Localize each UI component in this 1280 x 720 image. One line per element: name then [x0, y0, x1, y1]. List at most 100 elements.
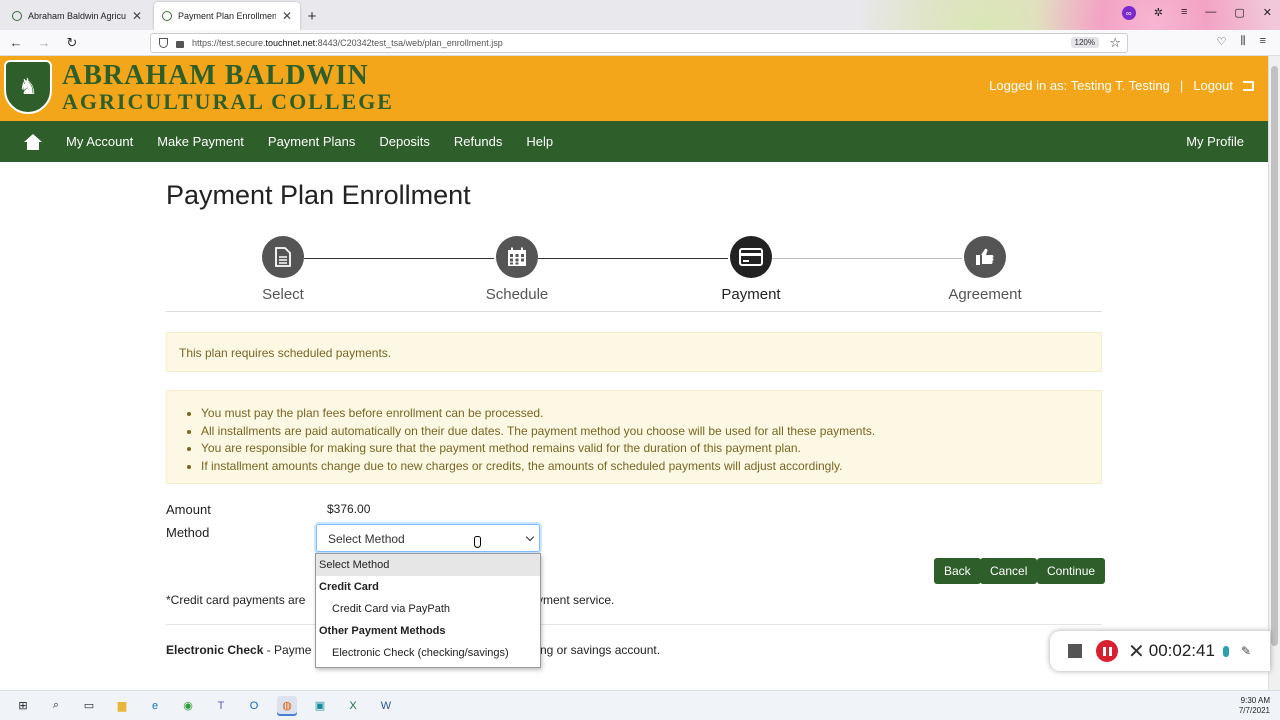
page-title: Payment Plan Enrollment — [166, 180, 471, 210]
back-arrow-icon[interactable]: ← — [4, 35, 28, 50]
scrollbar-thumb[interactable] — [1271, 66, 1278, 646]
close-icon[interactable]: ✕ — [1128, 639, 1145, 664]
page-scrollbar[interactable] — [1268, 56, 1280, 690]
maximize-icon[interactable]: ▢ — [1234, 6, 1244, 20]
zoom-level[interactable]: 120% — [1070, 37, 1099, 48]
chrome-icon[interactable]: ◉ — [178, 696, 198, 716]
url-text: https://test.secure.touchnet.net:8443/C2… — [192, 38, 503, 48]
windows-start-icon[interactable]: ⊞ — [13, 696, 33, 716]
close-icon[interactable]: ✕ — [282, 9, 292, 23]
extension-icon[interactable]: ∞ — [1121, 6, 1136, 20]
shield-icon — [159, 38, 168, 48]
nav-payment-plans[interactable]: Payment Plans — [268, 134, 355, 149]
logo-line-2: Agricultural College — [62, 89, 394, 114]
step-label: Payment — [721, 286, 781, 303]
screen-recorder-widget: ✕ 00:02:41 ✎ — [1050, 631, 1270, 671]
method-selected-value: Select Method — [328, 532, 405, 546]
overflow-menu-icon[interactable]: ≡ — [1260, 35, 1266, 48]
dropdown-group-credit-card: Credit Card — [319, 581, 379, 593]
pocket-icon[interactable]: ♡ — [1217, 35, 1227, 48]
menu-icon[interactable]: ≡ — [1181, 6, 1187, 20]
credit-card-note-end: yment service. — [537, 593, 615, 607]
lock-icon — [176, 41, 184, 48]
enrollment-stepper: Select Schedule Payment Agreement — [166, 236, 1102, 312]
calendar-icon — [496, 236, 538, 278]
excel-icon[interactable]: X — [343, 696, 363, 716]
stop-icon[interactable] — [1068, 644, 1082, 658]
step-label: Agreement — [948, 286, 1022, 303]
toolbar-icons: ♡ ⫼ ≡ — [1217, 35, 1266, 48]
cancel-button[interactable]: Cancel — [980, 558, 1038, 584]
address-bar[interactable]: https://test.secure.touchnet.net:8443/C2… — [150, 33, 1128, 53]
bookmark-star-icon[interactable]: ☆ — [1109, 35, 1121, 51]
file-explorer-icon[interactable]: ▆ — [112, 696, 132, 716]
dropdown-option-placeholder[interactable]: Select Method — [316, 554, 540, 576]
back-button[interactable]: Back — [934, 558, 981, 584]
word-icon[interactable]: W — [376, 696, 396, 716]
nav-refunds[interactable]: Refunds — [454, 134, 502, 149]
dropdown-option-echeck[interactable]: Electronic Check (checking/savings) — [316, 642, 540, 664]
library-icon[interactable]: ⫼ — [1241, 35, 1246, 48]
logo-line-1: Abraham Baldwin — [62, 60, 369, 91]
search-icon[interactable]: ⌕ — [46, 696, 66, 716]
amount-label: Amount — [166, 502, 211, 517]
edge-icon[interactable]: e — [145, 696, 165, 716]
nav-help[interactable]: Help — [526, 134, 553, 149]
task-view-icon[interactable]: ▭ — [79, 696, 99, 716]
tab-payment-plan[interactable]: Payment Plan Enrollment ✕ — [154, 2, 300, 30]
microphone-icon[interactable] — [1222, 645, 1229, 657]
method-label: Method — [166, 525, 210, 540]
firefox-icon[interactable]: ◍ — [277, 695, 297, 716]
nav-my-profile[interactable]: My Profile — [1186, 134, 1244, 149]
echeck-description-start: Electronic Check - Payme — [166, 643, 312, 657]
step-schedule: Schedule — [457, 236, 577, 303]
nav-my-account[interactable]: My Account — [66, 134, 133, 149]
method-select[interactable]: Select Method — [316, 524, 540, 552]
logout-icon[interactable] — [1243, 80, 1254, 91]
logout-link[interactable]: Logout — [1193, 78, 1233, 93]
dropdown-option-credit-card[interactable]: Credit Card via PayPath — [316, 598, 540, 620]
college-logo[interactable]: Abraham Baldwin Agricultural College — [62, 62, 394, 114]
document-icon — [262, 236, 304, 278]
nav-deposits[interactable]: Deposits — [379, 134, 430, 149]
main-nav: My Account Make Payment Payment Plans De… — [0, 121, 1268, 162]
plan-info-list: You must pay the plan fees before enroll… — [166, 390, 1102, 484]
college-seal-icon[interactable]: ♞ — [4, 60, 52, 114]
new-tab-button[interactable]: + — [300, 2, 324, 30]
logged-in-as: Logged in as: Testing T. Testing — [989, 78, 1170, 93]
credit-card-note-start: *Credit card payments are — [166, 593, 306, 607]
dropdown-group-other: Other Payment Methods — [319, 625, 446, 637]
forward-arrow-icon[interactable]: → — [32, 35, 56, 50]
step-agreement: Agreement — [925, 236, 1045, 303]
app-icon[interactable]: ▣ — [310, 696, 330, 716]
step-label: Schedule — [485, 286, 549, 303]
nav-make-payment[interactable]: Make Payment — [157, 134, 244, 149]
pointer-hand-icon — [474, 536, 484, 550]
tab-label: Abraham Baldwin Agricultural C — [28, 11, 126, 21]
browser-tab-bar: Abraham Baldwin Agricultural C ✕ Payment… — [0, 0, 1280, 30]
tab-label: Payment Plan Enrollment — [178, 11, 276, 21]
reload-icon[interactable]: ↻ — [60, 35, 84, 51]
favicon-icon — [162, 11, 172, 21]
pen-icon[interactable]: ✎ — [1241, 644, 1251, 658]
teams-icon[interactable]: T — [211, 696, 231, 716]
minimize-icon[interactable]: — — [1205, 6, 1216, 20]
favicon-icon — [12, 11, 22, 21]
home-icon[interactable] — [24, 133, 42, 150]
separator: | — [1179, 78, 1184, 93]
pause-icon[interactable] — [1096, 640, 1118, 662]
close-icon[interactable]: ✕ — [132, 9, 142, 23]
close-window-icon[interactable]: ✕ — [1263, 6, 1272, 20]
system-clock[interactable]: 9:30 AM 7/7/2021 — [1239, 696, 1270, 716]
continue-button[interactable]: Continue — [1037, 558, 1106, 584]
info-item: All installments are paid automatically … — [201, 423, 1089, 441]
info-item: If installment amounts change due to new… — [201, 458, 1089, 476]
info-item: You must pay the plan fees before enroll… — [201, 405, 1089, 423]
tab-abac[interactable]: Abraham Baldwin Agricultural C ✕ — [4, 2, 150, 30]
windows-taskbar: ⊞ ⌕ ▭ ▆ e ◉ T O ◍ ▣ X W 9:30 AM 7/7/2021 — [0, 690, 1280, 720]
method-dropdown-list: Select Method Credit Card Credit Card vi… — [315, 553, 541, 668]
sparkle-icon[interactable]: ✲ — [1154, 6, 1163, 20]
outlook-icon[interactable]: O — [244, 696, 264, 716]
step-label: Select — [262, 286, 304, 303]
chevron-down-icon — [525, 532, 535, 542]
